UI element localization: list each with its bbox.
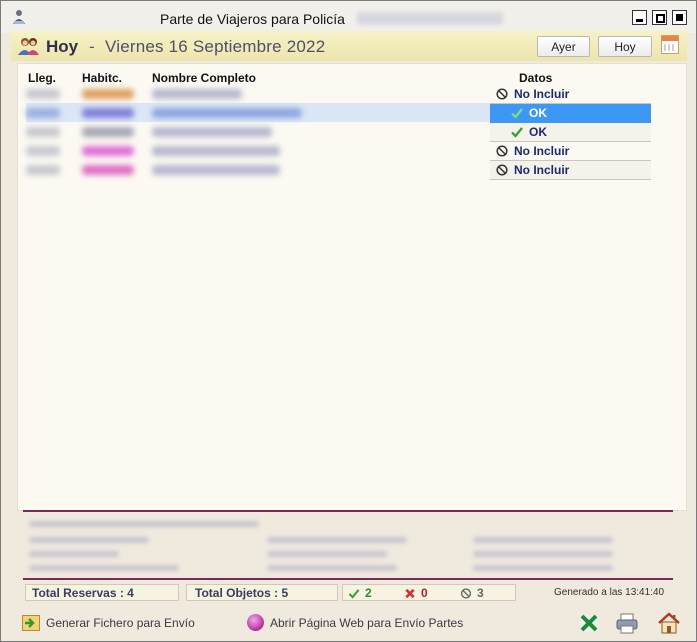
guests-icon	[18, 38, 39, 55]
excel-icon[interactable]	[579, 613, 599, 633]
datos-cell[interactable]: No Incluir	[490, 85, 651, 104]
redacted-line	[29, 551, 119, 557]
arrival-redacted	[26, 89, 60, 99]
datos-label: OK	[529, 106, 547, 120]
room-redacted	[82, 89, 134, 99]
table-row[interactable]	[26, 122, 492, 141]
datos-column: No Incluir OK OK No Incluir No Incluir	[490, 85, 651, 180]
name-redacted	[152, 108, 302, 118]
arrival-redacted	[26, 108, 60, 118]
table-row[interactable]	[26, 103, 492, 122]
prohibited-icon	[460, 588, 472, 599]
datos-label: No Incluir	[514, 163, 570, 177]
divider	[23, 578, 673, 580]
datos-cell[interactable]: OK	[490, 104, 651, 123]
title-bar: Parte de Viajeros para Policía	[1, 1, 696, 33]
col-header-habitc[interactable]: Habitc.	[82, 71, 122, 85]
check-icon	[511, 108, 523, 119]
col-header-datos[interactable]: Datos	[519, 71, 552, 85]
total-objetos-label: Total Objetos : 5	[195, 586, 289, 600]
ok-count: 2	[365, 586, 372, 600]
prohibited-icon	[496, 145, 508, 157]
current-date: Viernes 16 Septiembre 2022	[105, 37, 326, 56]
check-icon	[511, 127, 523, 138]
datos-label: OK	[529, 125, 547, 139]
total-objetos: Total Objetos : 5	[186, 584, 338, 601]
maximize-button[interactable]	[652, 10, 667, 25]
room-redacted	[82, 108, 134, 118]
header-separator: -	[89, 37, 95, 56]
arrival-redacted	[26, 146, 60, 156]
open-web-link[interactable]: Abrir Página Web para Envío Partes	[270, 616, 463, 630]
datos-cell[interactable]: OK	[490, 123, 651, 142]
user-app-icon	[13, 10, 25, 24]
table-row[interactable]	[26, 84, 492, 103]
today-label: Hoy	[46, 37, 79, 56]
globe-icon[interactable]	[246, 613, 265, 632]
redacted-line	[29, 537, 149, 543]
home-icon[interactable]	[657, 611, 681, 635]
redacted-line	[473, 551, 613, 557]
redacted-line	[473, 537, 613, 543]
room-redacted	[82, 127, 134, 137]
error-count: 0	[421, 586, 428, 600]
name-redacted	[152, 165, 280, 175]
name-redacted	[152, 89, 242, 99]
minimize-button[interactable]	[632, 10, 647, 25]
datos-label: No Incluir	[514, 144, 570, 158]
window-title: Parte de Viajeros para Policía	[160, 11, 345, 27]
col-header-nombre[interactable]: Nombre Completo	[152, 71, 256, 85]
room-redacted	[82, 165, 134, 175]
col-header-lleg[interactable]: Lleg.	[28, 71, 56, 85]
name-redacted	[152, 127, 272, 137]
generate-file-icon[interactable]	[22, 615, 40, 631]
guest-details-redacted	[23, 513, 673, 575]
prohibited-icon	[496, 88, 508, 100]
error-icon	[405, 588, 415, 599]
yesterday-button[interactable]: Ayer	[537, 36, 590, 57]
divider	[23, 510, 673, 512]
app-window: Parte de Viajeros para Policía Hoy - Vie…	[0, 0, 697, 642]
close-button[interactable]	[672, 10, 687, 25]
generate-file-link[interactable]: Generar Fichero para Envío	[46, 616, 195, 630]
table-row[interactable]	[26, 160, 492, 179]
title-redacted	[357, 12, 503, 25]
redacted-line	[267, 565, 397, 571]
status-counts: 2 0 3	[342, 584, 516, 601]
check-icon	[348, 589, 360, 599]
printer-icon[interactable]	[616, 613, 638, 634]
calendar-icon[interactable]	[661, 35, 679, 54]
redacted-line	[473, 565, 613, 571]
prohibited-icon	[496, 164, 508, 176]
total-reservas: Total Reservas : 4	[25, 584, 179, 601]
generated-timestamp: Generado a las 13:41:40	[554, 587, 665, 598]
table-rows	[26, 84, 492, 179]
today-button[interactable]: Hoy	[598, 36, 652, 57]
bottom-toolbar: Generar Fichero para Envío Abrir Página …	[1, 607, 696, 641]
redacted-line	[267, 551, 387, 557]
redacted-line	[29, 521, 259, 527]
datos-cell[interactable]: No Incluir	[490, 142, 651, 161]
arrival-redacted	[26, 165, 60, 175]
datos-cell[interactable]: No Incluir	[490, 161, 651, 180]
redacted-line	[29, 565, 179, 571]
table-row[interactable]	[26, 141, 492, 160]
total-reservas-label: Total Reservas : 4	[32, 586, 134, 600]
room-redacted	[82, 146, 134, 156]
datos-label: No Incluir	[514, 87, 570, 101]
name-redacted	[152, 146, 280, 156]
arrival-redacted	[26, 127, 60, 137]
excluded-count: 3	[477, 586, 484, 600]
travellers-table: Lleg. Habitc. Nombre Completo Datos No I…	[17, 63, 687, 511]
date-header: Hoy - Viernes 16 Septiembre 2022 Ayer Ho…	[11, 31, 687, 61]
redacted-line	[267, 537, 407, 543]
